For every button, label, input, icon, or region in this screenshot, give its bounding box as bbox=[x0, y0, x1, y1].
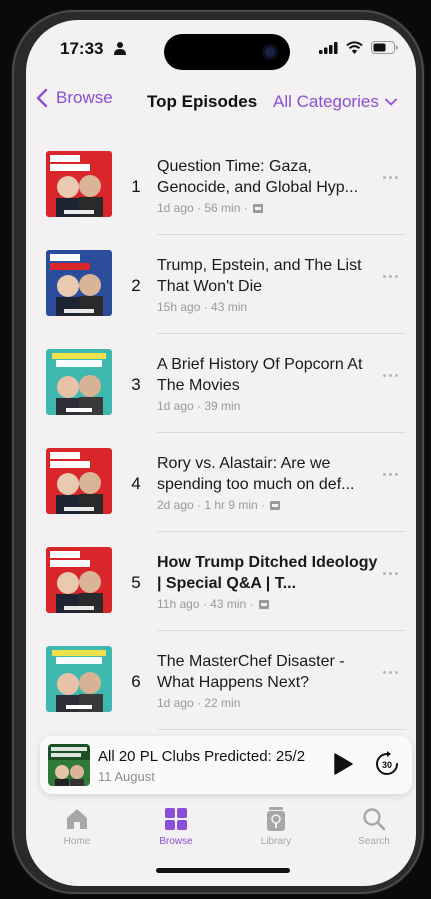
transcript-icon bbox=[258, 599, 269, 609]
chevron-down-icon bbox=[384, 98, 397, 106]
tab-browse[interactable]: Browse bbox=[141, 806, 211, 847]
skip-forward-30-button[interactable]: 30 bbox=[374, 751, 400, 777]
episode-meta-text: 2d ago · 1 hr 9 min · bbox=[157, 498, 266, 512]
episode-meta-text: 11h ago · 43 min · bbox=[157, 597, 254, 611]
episode-row[interactable]: 5 How Trump Ditched Ideology | Special Q&… bbox=[26, 532, 416, 631]
play-button[interactable] bbox=[332, 752, 354, 776]
screen: 17:33 Browse Top Episodes All Categories… bbox=[26, 20, 416, 886]
tab-library[interactable]: Library bbox=[241, 806, 311, 847]
podcast-artwork bbox=[46, 448, 112, 514]
episode-meta: 2d ago · 1 hr 9 min · bbox=[157, 498, 281, 512]
tab-library-label: Library bbox=[260, 836, 292, 847]
back-button-label: Browse bbox=[56, 88, 113, 107]
episode-title: Trump, Epstein, and The List That Won't … bbox=[157, 257, 362, 295]
more-options-icon[interactable] bbox=[381, 472, 401, 478]
episode-title: The MasterChef Disaster - What Happens N… bbox=[157, 653, 345, 691]
now-playing-title: All 20 PL Clubs Predicted: 25/2 bbox=[98, 748, 306, 765]
episode-meta-text: 1d ago · 22 min bbox=[157, 696, 241, 710]
episode-rank: 1 bbox=[131, 177, 141, 196]
tab-search[interactable]: Search bbox=[339, 806, 409, 847]
episode-row[interactable]: 1 Question Time: Gaza, Genocide, and Glob… bbox=[26, 136, 416, 235]
episode-meta: 1d ago · 56 min · bbox=[157, 201, 263, 215]
battery-icon bbox=[371, 41, 398, 54]
episode-meta: 1d ago · 39 min bbox=[157, 399, 240, 413]
cellular-signal-icon bbox=[319, 42, 338, 54]
episode-title: Rory vs. Alastair: Are we spending too m… bbox=[157, 455, 355, 493]
more-options-icon[interactable] bbox=[381, 373, 401, 379]
podcast-artwork bbox=[46, 250, 112, 316]
episode-rank: 3 bbox=[131, 375, 141, 394]
podcast-artwork bbox=[46, 646, 112, 712]
navigation-bar: Browse Top Episodes All Categories bbox=[26, 86, 416, 118]
tab-browse-label: Browse bbox=[159, 836, 193, 847]
now-playing-date: 11 August bbox=[98, 769, 155, 784]
football-podcast-artwork bbox=[48, 744, 90, 786]
episode-rank: 4 bbox=[131, 474, 141, 493]
search-icon bbox=[363, 808, 386, 831]
back-button[interactable]: Browse bbox=[36, 88, 113, 108]
episode-row[interactable]: 2 Trump, Epstein, and The List That Won't… bbox=[26, 235, 416, 334]
podcast-artwork bbox=[46, 151, 112, 217]
chevron-left-icon bbox=[36, 88, 48, 108]
svg-text:30: 30 bbox=[382, 760, 392, 770]
categories-label: All Categories bbox=[273, 92, 379, 111]
episode-meta-text: 1d ago · 56 min · bbox=[157, 201, 248, 215]
page-title: Top Episodes bbox=[147, 92, 258, 111]
more-options-icon[interactable] bbox=[381, 274, 401, 280]
tab-home-label: Home bbox=[63, 836, 91, 847]
episode-meta: 11h ago · 43 min · bbox=[157, 597, 269, 611]
episode-meta: 15h ago · 43 min bbox=[157, 300, 247, 314]
episode-meta-text: 15h ago · 43 min bbox=[157, 300, 248, 314]
episode-row[interactable]: 3 A Brief History Of Popcorn At The Movie… bbox=[26, 334, 416, 433]
episode-title: Question Time: Gaza, Genocide, and Globa… bbox=[157, 158, 359, 196]
home-indicator bbox=[156, 868, 290, 873]
status-bar: 17:33 bbox=[26, 20, 416, 74]
house-icon bbox=[67, 809, 87, 829]
status-time: 17:33 bbox=[60, 39, 104, 58]
camera-icon bbox=[262, 44, 278, 60]
person-icon bbox=[114, 42, 126, 55]
grid-icon bbox=[165, 808, 187, 830]
episode-list: 1 Question Time: Gaza, Genocide, and Glob… bbox=[26, 136, 416, 730]
episode-meta: 1d ago · 22 min bbox=[157, 696, 240, 710]
episode-rank: 5 bbox=[131, 573, 141, 592]
episode-row[interactable]: 4 Rory vs. Alastair: Are we spending too … bbox=[26, 433, 416, 532]
podcast-artwork bbox=[46, 547, 112, 613]
episode-title: A Brief History Of Popcorn At The Movies bbox=[157, 356, 363, 394]
episode-meta-text: 1d ago · 39 min bbox=[157, 399, 241, 413]
dynamic-island bbox=[164, 34, 290, 70]
wifi-icon bbox=[346, 41, 363, 54]
tab-home[interactable]: Home bbox=[42, 806, 112, 847]
mini-player[interactable]: All 20 PL Clubs Predicted: 25/2 11 Augus… bbox=[40, 736, 412, 794]
transcript-icon bbox=[270, 500, 281, 510]
episode-rank: 6 bbox=[131, 672, 141, 691]
more-options-icon[interactable] bbox=[381, 571, 401, 577]
episode-title: How Trump Ditched Ideology | Special Q&A… bbox=[157, 554, 378, 592]
more-options-icon[interactable] bbox=[381, 175, 401, 181]
more-options-icon[interactable] bbox=[381, 670, 401, 676]
podcast-artwork bbox=[46, 349, 112, 415]
tab-bar: Home Browse Library Search bbox=[26, 802, 416, 886]
episode-rank: 2 bbox=[131, 276, 141, 295]
episode-row[interactable]: 6 The MasterChef Disaster - What Happens … bbox=[26, 631, 416, 730]
categories-dropdown-button[interactable]: All Categories bbox=[273, 92, 397, 112]
tab-search-label: Search bbox=[358, 836, 390, 847]
library-icon bbox=[267, 807, 285, 831]
transcript-icon bbox=[252, 203, 263, 213]
